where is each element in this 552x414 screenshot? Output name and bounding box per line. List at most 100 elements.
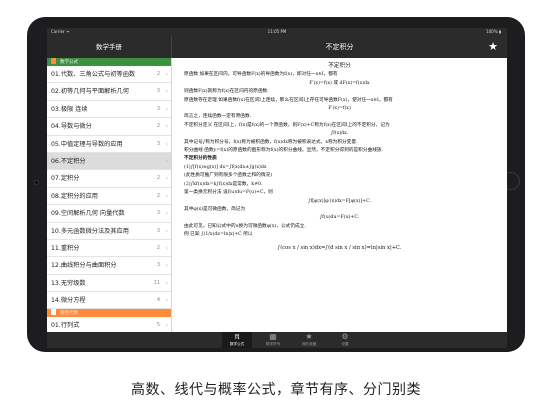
chevron-right-icon: › bbox=[165, 297, 168, 305]
sidebar-item[interactable]: 06.不定积分 › bbox=[47, 152, 171, 171]
chevron-right-icon: › bbox=[165, 71, 168, 78]
item-count-badge: 3 bbox=[156, 227, 160, 234]
section-header-label: 数学公式 bbox=[60, 60, 78, 65]
sidebar-item[interactable]: 09.空间解析几何 向量代数 3 › bbox=[47, 205, 171, 223]
chevron-right-icon: › bbox=[165, 175, 168, 183]
content-formula: ∫f[φ(x)]φ′(x)dx=F[φ(x)]+C. bbox=[308, 198, 371, 204]
sidebar-item-label: 06.不定积分 bbox=[51, 157, 86, 165]
grid-icon: ▦ bbox=[269, 332, 277, 341]
chevron-right-icon: › bbox=[165, 157, 168, 165]
content-line: 第一类换元积分法 设f(u)du=F(u)+C，则 bbox=[184, 190, 273, 196]
sidebar-item[interactable]: 14.微分方程 4 › bbox=[47, 292, 171, 310]
chapter-list-linear-algebra: 01.行列式5›02.矩阵5› bbox=[47, 317, 171, 332]
sidebar-item[interactable]: 11.重积分 2 › bbox=[47, 240, 171, 258]
tab-label: 数学公式 bbox=[229, 342, 245, 346]
tab-label: 数学符号 bbox=[265, 342, 281, 346]
sidebar-item[interactable]: 05.中值定理与导数的应用 3 › bbox=[47, 136, 171, 153]
sidebar-item-label: 09.空间解析几何 向量代数 bbox=[51, 210, 125, 218]
sidebar-item-label: 13.无穷级数 bbox=[51, 279, 86, 287]
content-line: 例 已知 ∫(1/x)dx=ln|x|+C 所以 bbox=[184, 232, 253, 238]
content-formula: ∫f(u)du=F(u)+C. bbox=[319, 215, 360, 221]
content-subheading: 不定积分的性质 bbox=[184, 156, 217, 162]
content-line: 则函数F(x)就称为f(x)在区间内的原函数. bbox=[184, 89, 269, 95]
chevron-right-icon: › bbox=[165, 105, 168, 113]
tab-label: 设置 bbox=[341, 342, 349, 346]
chapter-list-math: 01.代数、三角公式与初等函数 2 › 02.初等几何与平面解析几何 3 › 03.极限 连… bbox=[47, 66, 171, 310]
chevron-right-icon: › bbox=[165, 244, 168, 252]
chevron-right-icon: › bbox=[165, 227, 168, 235]
sidebar-item-label: 03.极限 连续 bbox=[51, 105, 88, 113]
item-count-badge: 2 bbox=[156, 192, 160, 199]
sidebar-title: 数学手册 bbox=[47, 36, 172, 58]
sidebar-item-label: 14.微分方程 bbox=[51, 297, 86, 305]
sidebar-item[interactable]: 07.定积分 2 › bbox=[47, 170, 171, 188]
sidebar-item-label: 04.导数与微分 bbox=[51, 123, 92, 131]
chevron-right-icon: › bbox=[165, 279, 168, 287]
section-icon bbox=[51, 309, 56, 316]
sidebar-item[interactable]: 03.极限 连续 3 › bbox=[47, 101, 171, 119]
sidebar-item-label: 12.曲线积分与曲面积分 bbox=[51, 262, 117, 270]
content-formula: ∫(cos x / sin x)dx=∫(d sin x / sin x)=ln… bbox=[277, 244, 402, 251]
sidebar-item[interactable]: 02.初等几何与平面解析几何 3 › bbox=[47, 83, 171, 101]
content-line: 积分曲线 函数y=f(x)的原函数的图形称为f(x)的积分曲线。显然，不定积分得… bbox=[184, 148, 384, 154]
chevron-right-icon: › bbox=[165, 88, 168, 96]
pi-icon: π bbox=[234, 332, 240, 341]
navigation-bar: 数学手册 不定积分 ★ bbox=[47, 36, 507, 58]
item-count-badge: 11 bbox=[153, 279, 160, 286]
tab-math-formulas[interactable]: π 数学公式 bbox=[222, 332, 252, 348]
chevron-right-icon: › bbox=[165, 322, 168, 330]
sidebar-item-label: 01.代数、三角公式与初等函数 bbox=[51, 71, 136, 78]
sidebar-item-label: 10.多元函数微分法及其应用 bbox=[51, 227, 129, 235]
formula-content: 不定积分 原函数 如果在区间内，可导函数F(x)的导函数为f(x)，即对任一x∈… bbox=[172, 58, 507, 332]
sidebar-item-label: 05.中值定理与导数的应用 bbox=[51, 140, 123, 148]
chevron-right-icon: › bbox=[165, 262, 168, 270]
content-line: (2)∫kf(x)dx=k∫f(x)dx是常数，k≠0. bbox=[184, 181, 263, 187]
tab-label: 我的收藏 bbox=[301, 342, 317, 346]
sidebar-item-label: 07.定积分 bbox=[51, 175, 80, 183]
item-count-badge: 2 bbox=[156, 175, 160, 182]
status-bar: Carrier ᯤ 11:05 PM 100% ▮ bbox=[47, 28, 507, 36]
favorite-star-button[interactable]: ★ bbox=[487, 41, 499, 53]
gear-icon: ⚙ bbox=[341, 332, 349, 341]
item-count-badge: 3 bbox=[156, 88, 160, 95]
sidebar-item[interactable]: 13.无穷级数 11 › bbox=[47, 275, 171, 293]
chevron-right-icon: › bbox=[165, 123, 168, 131]
item-count-badge: 2 bbox=[156, 244, 160, 251]
tab-favorites[interactable]: ★ 我的收藏 bbox=[294, 332, 324, 348]
item-count-badge: 2 bbox=[156, 123, 160, 130]
sidebar-item[interactable]: 01.行列式 5 › bbox=[47, 317, 171, 332]
page-title: 不定积分 bbox=[325, 43, 354, 51]
chevron-right-icon: › bbox=[165, 192, 168, 200]
battery-indicator: 100% ▮ bbox=[486, 29, 501, 34]
sidebar-item[interactable]: 04.导数与微分 2 › bbox=[47, 118, 171, 136]
item-count-badge: 4 bbox=[156, 297, 160, 304]
sidebar-item-label: 08.定积分的应用 bbox=[51, 192, 98, 200]
content-line: 原函数 如果在区间内，可导函数F(x)的导函数为f(x)，即对任一x∈I，都有 bbox=[184, 72, 338, 78]
clock: 11:05 PM bbox=[267, 29, 287, 34]
content-line: 不定积分定义 在区间I上，f(x)是f(x)的一个原函数，则F(x)+C称为f(… bbox=[184, 122, 390, 128]
chapter-sidebar: 数学公式 01.代数、三角公式与初等函数 2 › 02.初等几何与平面解析几何 3 › 03… bbox=[47, 58, 172, 332]
sidebar-item[interactable]: 01.代数、三角公式与初等函数 2 › bbox=[47, 66, 171, 84]
item-count-badge: 5 bbox=[156, 322, 160, 329]
item-count-badge: 3 bbox=[156, 210, 160, 217]
sidebar-item-label: 02.初等几何与平面解析几何 bbox=[51, 88, 129, 96]
content-line: 简言之，连续函数一定有原函数. bbox=[184, 114, 252, 120]
tab-bar: π 数学公式 ▦ 数学符号 ★ 我的收藏 ⚙ 设置 bbox=[47, 332, 507, 348]
sidebar-item-label: 11.重积分 bbox=[51, 244, 80, 252]
content-line: 由此可见，已知公式中的u换为可微函数φ(x)，公式仍成立. bbox=[184, 223, 306, 229]
tab-math-symbols[interactable]: ▦ 数学符号 bbox=[258, 332, 288, 348]
sidebar-item-label: 01.行列式 bbox=[51, 322, 80, 330]
tab-settings[interactable]: ⚙ 设置 bbox=[330, 332, 360, 348]
star-icon: ★ bbox=[488, 40, 498, 53]
section-header-math-formulas: 数学公式 bbox=[47, 58, 171, 66]
sidebar-item[interactable]: 08.定积分的应用 2 › bbox=[47, 188, 171, 206]
promo-stage: Carrier ᯤ 11:05 PM 100% ▮ 数学手册 不定积分 ★ 数学… bbox=[0, 0, 552, 414]
sidebar-item[interactable]: 10.多元函数微分法及其应用 3 › bbox=[47, 223, 171, 240]
content-line: (1)∫[f(x)±g(x)] dx=∫f(x)dx±∫g(x)dx bbox=[184, 164, 267, 170]
item-count-badge: 3 bbox=[156, 262, 160, 269]
sidebar-item[interactable]: 12.曲线积分与曲面积分 3 › bbox=[47, 257, 171, 275]
item-count-badge: 2 bbox=[156, 71, 160, 77]
promo-caption: 高数、线代与概率公式，章节有序、分门别类 bbox=[131, 382, 421, 398]
item-count-badge: 3 bbox=[156, 140, 160, 147]
content-formula: F′(x)=f(x) 或 dF(x)=f(x)dx bbox=[309, 80, 370, 86]
